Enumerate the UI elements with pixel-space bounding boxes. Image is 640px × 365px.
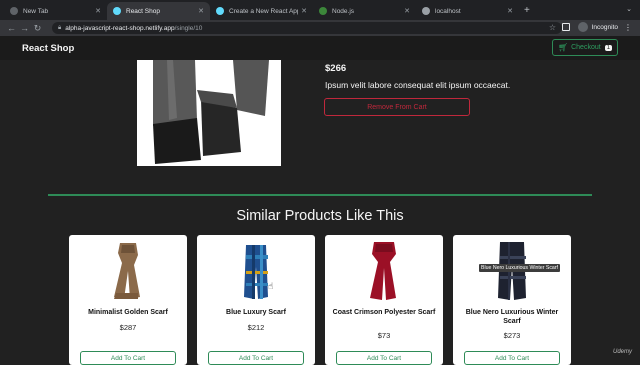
tab-overview-icon[interactable] — [561, 23, 570, 31]
site-navbar: React Shop 🛒︎ Checkout 1 — [0, 36, 640, 60]
react-favicon-icon — [216, 7, 224, 15]
reload-icon[interactable]: ↻ — [32, 23, 43, 34]
add-to-cart-button[interactable]: Add To Cart — [208, 351, 304, 365]
tab-title: localhost — [435, 7, 461, 15]
checkout-button[interactable]: 🛒︎ Checkout 1 — [552, 39, 618, 56]
profile-label[interactable]: Incognito — [592, 24, 618, 31]
checkout-label: Checkout — [571, 44, 601, 51]
product-description: Ipsum velit labore consequat elit ipsum … — [325, 80, 511, 90]
more-menu-icon[interactable]: ⋮ — [624, 23, 632, 32]
product-thumbnail[interactable] — [197, 239, 315, 303]
tab-title: New Tab — [23, 7, 49, 15]
add-to-cart-button[interactable]: Add To Cart — [80, 351, 176, 365]
tab-search-chevron-icon[interactable]: ⌄ — [626, 5, 632, 13]
react-favicon-icon — [113, 7, 121, 15]
remove-from-cart-button[interactable]: Remove From Cart — [324, 98, 470, 116]
toolbar-right: Incognito ⋮ — [561, 22, 632, 32]
address-bar[interactable]: 🔒︎ alpha-javascript-react-shop.netlify.a… — [52, 22, 562, 34]
browser-tab-bar: New Tab ✕ React Shop ✕ Create a New Reac… — [0, 0, 640, 20]
url-host: alpha-javascript-react-shop.netlify.app — [65, 24, 175, 32]
product-name: Blue Nero Luxurious Winter Scarf — [465, 309, 559, 325]
close-icon[interactable]: ✕ — [507, 7, 513, 15]
product-card-price: $73 — [377, 331, 391, 340]
tab-localhost[interactable]: localhost ✕ — [416, 2, 519, 20]
udemy-watermark: Udemy — [612, 349, 632, 355]
similar-products-heading: Similar Products Like This — [236, 208, 404, 224]
close-icon[interactable]: ✕ — [301, 7, 307, 15]
close-icon[interactable]: ✕ — [404, 7, 410, 15]
tab-nodejs[interactable]: Node.js ✕ — [313, 2, 416, 20]
product-thumbnail[interactable] — [325, 239, 443, 303]
section-divider — [48, 194, 592, 196]
product-card-price: $273 — [503, 331, 521, 340]
tab-title: Create a New React App – Rea — [229, 7, 298, 15]
url-path: /single/10 — [174, 24, 203, 32]
close-icon[interactable]: ✕ — [95, 7, 101, 15]
forward-arrow-icon[interactable]: → — [19, 23, 30, 33]
new-tab-favicon-icon — [10, 7, 18, 15]
product-name: Minimalist Golden Scarf — [88, 309, 168, 316]
bookmark-star-icon[interactable]: ☆ — [549, 23, 556, 32]
cart-count-badge: 1 — [604, 44, 613, 51]
back-arrow-icon[interactable]: ← — [6, 23, 17, 33]
product-card[interactable]: Minimalist Golden Scarf $287 Add To Cart — [69, 235, 187, 365]
product-thumbnail[interactable] — [69, 239, 187, 303]
add-to-cart-button[interactable]: Add To Cart — [336, 351, 432, 365]
product-name: Coast Crimson Polyester Scarf — [332, 309, 436, 316]
add-to-cart-button[interactable]: Add To Cart — [464, 351, 560, 365]
browser-toolbar: ← → ↻ 🔒︎ alpha-javascript-react-shop.net… — [0, 20, 640, 36]
product-card-price: $212 — [247, 323, 265, 332]
product-card-price: $287 — [119, 323, 137, 332]
tab-create-react-app[interactable]: Create a New React App – Rea ✕ — [210, 2, 313, 20]
close-icon[interactable]: ✕ — [198, 7, 204, 15]
tab-title: Node.js — [332, 7, 355, 15]
tab-new-tab[interactable]: New Tab ✕ — [4, 2, 107, 20]
lock-icon[interactable]: 🔒︎ — [58, 25, 61, 32]
incognito-icon[interactable] — [577, 22, 588, 32]
product-card[interactable]: Blue Nero Luxurious Winter Scarf Blue Ne… — [453, 235, 571, 365]
image-tooltip: Blue Nero Luxurious Winter Scarf — [479, 264, 560, 272]
cart-icon: 🛒︎ — [557, 43, 569, 52]
tab-react-shop[interactable]: React Shop ✕ — [107, 2, 210, 20]
globe-favicon-icon — [422, 7, 430, 15]
product-price: $266 — [325, 63, 347, 74]
new-tab-plus-icon[interactable]: + — [524, 5, 530, 16]
tab-title: React Shop — [126, 7, 160, 15]
product-image — [137, 60, 281, 166]
nodejs-favicon-icon — [319, 7, 327, 15]
product-card[interactable]: Coast Crimson Polyester Scarf $73 Add To… — [325, 235, 443, 365]
mouse-pointer-icon: ☝ — [268, 281, 274, 291]
product-name: Blue Luxury Scarf — [226, 309, 286, 316]
product-card[interactable]: Blue Luxury Scarf $212 Add To Cart — [197, 235, 315, 365]
brand-logo[interactable]: React Shop — [22, 43, 74, 54]
